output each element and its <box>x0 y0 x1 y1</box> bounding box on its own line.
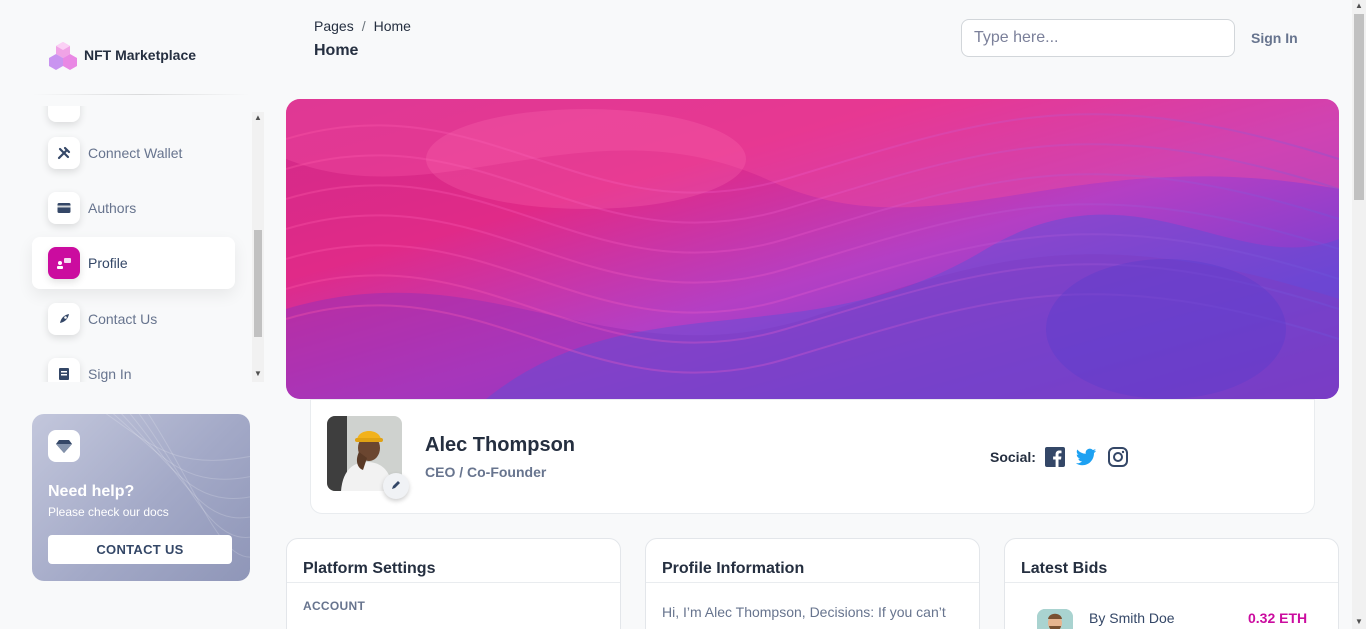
account-section-label: ACCOUNT <box>303 599 366 613</box>
sidebar-divider <box>32 94 250 95</box>
card-divider <box>646 582 979 583</box>
sidebar-item-label: Contact Us <box>88 311 158 327</box>
profile-name: Alec Thompson <box>425 434 576 456</box>
document-icon <box>48 358 80 382</box>
help-title: Need help? <box>48 483 135 500</box>
sidebar-item-connect-wallet[interactable]: Connect Wallet <box>32 127 235 179</box>
sidebar-item-label: Authors <box>88 200 137 216</box>
brand-name: NFT Marketplace <box>84 47 197 63</box>
sidebar-nav: Connect Wallet Authors Profile Contact U… <box>0 106 252 382</box>
card-title: Profile Information <box>662 560 805 577</box>
breadcrumb-separator: / <box>361 18 366 34</box>
sign-in-link[interactable]: Sign In <box>1251 30 1298 46</box>
breadcrumb-home: Home <box>373 18 411 34</box>
instagram-icon[interactable] <box>1107 446 1129 468</box>
sidebar: NFT Marketplace Connect Wallet Authors P… <box>0 0 272 629</box>
platform-settings-card: Platform Settings ACCOUNT <box>286 538 621 629</box>
twitter-icon[interactable] <box>1075 446 1097 468</box>
profile-info-text: Hi, I’m Alec Thompson, Decisions: If you… <box>662 604 946 629</box>
page-scroll-up-icon[interactable]: ▲ <box>1355 2 1363 10</box>
page-title: Home <box>314 42 359 59</box>
card-title: Platform Settings <box>303 560 436 577</box>
bid-author: By Smith Doe <box>1089 610 1175 626</box>
contact-us-button[interactable]: CONTACT US <box>48 535 232 564</box>
sidebar-item-profile[interactable]: Profile <box>32 237 235 289</box>
partial-icon <box>48 106 80 122</box>
edit-avatar-button[interactable] <box>383 473 409 499</box>
breadcrumb: Pages / Home <box>314 18 411 34</box>
page-scrollbar-thumb[interactable] <box>1354 14 1364 200</box>
help-card: Need help? Please check our docs CONTACT… <box>32 414 250 581</box>
bidder-avatar <box>1037 609 1073 629</box>
bid-by-prefix: By <box>1089 610 1106 626</box>
sidebar-scrollbar-thumb[interactable] <box>254 230 262 337</box>
facebook-icon[interactable] <box>1044 446 1066 468</box>
card-title: Latest Bids <box>1021 560 1108 577</box>
sidebar-item-label: Sign In <box>88 366 132 382</box>
cube-logo-icon <box>48 40 78 70</box>
card-divider <box>1005 582 1338 583</box>
latest-bids-card: Latest Bids By Smith Doe 0.32 ETH <box>1004 538 1339 629</box>
bidder-name: Smith Doe <box>1109 610 1175 626</box>
scroll-down-icon[interactable]: ▼ <box>254 370 262 378</box>
breadcrumb-pages[interactable]: Pages <box>314 18 354 34</box>
sidebar-item-sign-in[interactable]: Sign In <box>32 348 235 382</box>
scroll-up-icon[interactable]: ▲ <box>254 114 262 122</box>
profile-information-card: Profile Information Hi, I’m Alec Thompso… <box>645 538 980 629</box>
user-group-icon <box>48 247 80 279</box>
sidebar-item-authors[interactable]: Authors <box>32 182 235 234</box>
tools-icon <box>48 137 80 169</box>
profile-role: CEO / Co-Founder <box>425 464 547 480</box>
social-label: Social: <box>990 449 1036 465</box>
help-subtitle: Please check our docs <box>48 505 169 519</box>
bid-amount: 0.32 ETH <box>1248 610 1308 626</box>
sidebar-item-contact-us[interactable]: Contact Us <box>32 293 235 345</box>
search-input[interactable] <box>961 19 1235 57</box>
pencil-icon <box>391 477 401 495</box>
diamond-icon <box>48 430 80 462</box>
brand[interactable]: NFT Marketplace <box>48 40 196 70</box>
profile-card: Alec Thompson CEO / Co-Founder Social: <box>310 399 1315 514</box>
profile-banner <box>286 99 1339 399</box>
page-scroll-down-icon[interactable]: ▼ <box>1355 618 1363 626</box>
sidebar-item-label: Connect Wallet <box>88 145 183 161</box>
card-divider <box>287 582 620 583</box>
credit-card-icon <box>48 192 80 224</box>
rocket-icon <box>48 303 80 335</box>
sidebar-item-label: Profile <box>88 255 128 271</box>
